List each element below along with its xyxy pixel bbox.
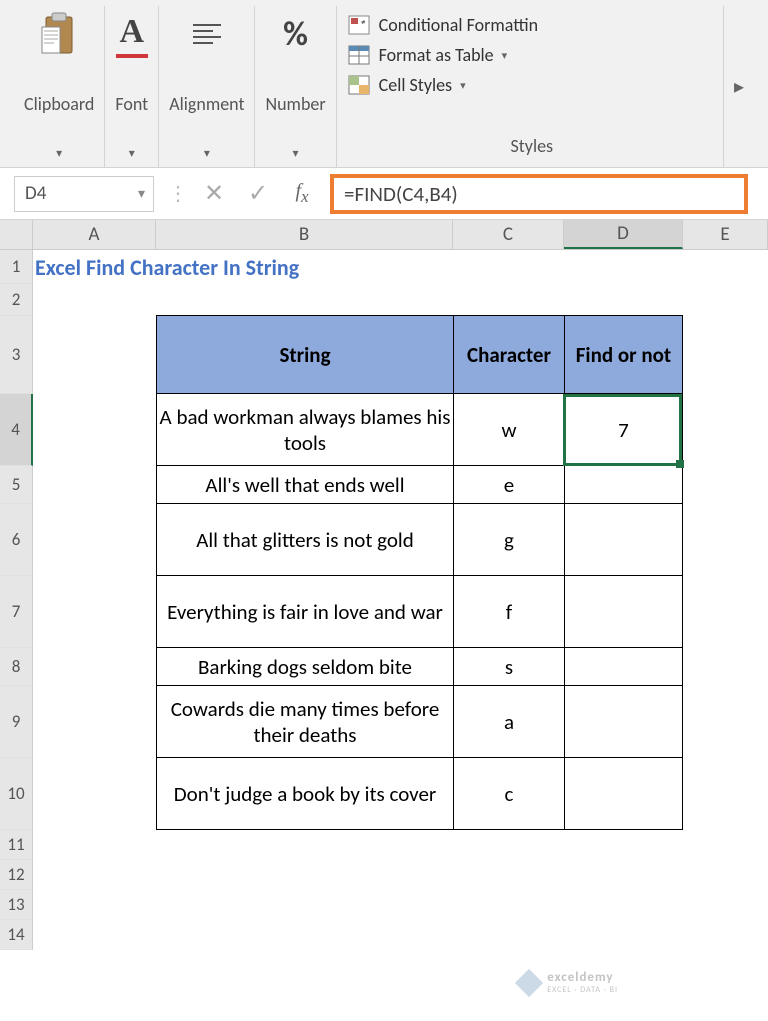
font-icon: A [116, 10, 149, 58]
col-header-B[interactable]: B [156, 220, 453, 249]
cell-B8[interactable]: Barking dogs seldom bite [157, 648, 454, 686]
format-as-table-button[interactable]: Format as Table ▾ [347, 40, 508, 70]
row-header-12[interactable]: 12 [0, 860, 33, 890]
row-header-3[interactable]: 3 [0, 316, 33, 394]
row-header-5[interactable]: 5 [0, 466, 33, 504]
col-header-E[interactable]: E [683, 220, 768, 249]
header-string[interactable]: String [157, 316, 454, 394]
watermark-logo-icon [515, 968, 543, 996]
cell-D5[interactable] [565, 466, 683, 504]
spreadsheet-grid: A B C D E 1 2 3 4 5 6 7 8 9 10 11 12 13 … [0, 220, 768, 950]
cell-B9[interactable]: Cowards die many times before their deat… [157, 686, 454, 758]
styles-group: ≠ Conditional Formattin Format as Table … [337, 6, 724, 167]
formula-input[interactable]: =FIND(C4,B4) [330, 174, 748, 214]
row-header-11[interactable]: 11 [0, 830, 33, 860]
row-header-2[interactable]: 2 [0, 284, 33, 316]
cell-C5[interactable]: e [454, 466, 565, 504]
col-header-A[interactable]: A [33, 220, 156, 249]
header-character[interactable]: Character [454, 316, 565, 394]
cell-C8[interactable]: s [454, 648, 565, 686]
cell-C10[interactable]: c [454, 758, 565, 830]
fx-button[interactable]: fx [280, 176, 324, 212]
clipboard-label: Clipboard [24, 93, 94, 115]
col-header-C[interactable]: C [453, 220, 564, 249]
cell-styles-button[interactable]: Cell Styles ▾ [347, 70, 466, 100]
ribbon-overflow[interactable]: ▸ [724, 6, 754, 167]
clipboard-group[interactable]: Clipboard ▾ [14, 6, 105, 167]
row-header-8[interactable]: 8 [0, 648, 33, 686]
row-header-4[interactable]: 4 [0, 394, 33, 466]
cancel-button[interactable]: ✕ [192, 176, 236, 212]
alignment-label: Alignment [169, 93, 244, 115]
cell-D4[interactable]: 7 [565, 394, 683, 466]
data-table: String Character Find or not A bad workm… [156, 315, 683, 830]
cell-D10[interactable] [565, 758, 683, 830]
dropdown-icon[interactable]: ▾ [129, 146, 135, 161]
row-header-10[interactable]: 10 [0, 758, 33, 830]
dropdown-icon[interactable]: ▾ [56, 146, 62, 161]
table-icon [347, 44, 371, 66]
conditional-formatting-button[interactable]: ≠ Conditional Formattin [347, 10, 538, 40]
styles-caption: Styles [347, 135, 717, 161]
cell-B10[interactable]: Don't judge a book by its cover [157, 758, 454, 830]
number-label: Number [265, 93, 325, 115]
formula-bar: D4 ⋮ ✕ ✓ fx =FIND(C4,B4) [0, 168, 768, 220]
cell-C7[interactable]: f [454, 576, 565, 648]
column-headers: A B C D E [0, 220, 768, 250]
clipboard-icon [38, 10, 80, 58]
row-header-14[interactable]: 14 [0, 920, 33, 950]
cell-B4[interactable]: A bad workman always blames his tools [157, 394, 454, 466]
cell-C4[interactable]: w [454, 394, 565, 466]
conditional-label: Conditional Formattin [379, 14, 538, 36]
cell-B7[interactable]: Everything is fair in love and war [157, 576, 454, 648]
cell-D8[interactable] [565, 648, 683, 686]
name-box[interactable]: D4 [14, 176, 154, 212]
alignment-group[interactable]: Alignment ▾ [159, 6, 255, 167]
cell-D7[interactable] [565, 576, 683, 648]
header-find[interactable]: Find or not [565, 316, 683, 394]
sheet-cells[interactable]: Excel Find Character In String String Ch… [33, 250, 768, 950]
ribbon: Clipboard ▾ A Font ▾ Alignment ▾ % Numbe… [0, 0, 768, 168]
cell-C9[interactable]: a [454, 686, 565, 758]
cell-styles-label: Cell Styles [379, 74, 452, 96]
row-header-1[interactable]: 1 [0, 250, 33, 284]
cell-B5[interactable]: All's well that ends well [157, 466, 454, 504]
format-table-label: Format as Table [379, 44, 494, 66]
row-header-7[interactable]: 7 [0, 576, 33, 648]
cell-D6[interactable] [565, 504, 683, 576]
dropdown-icon[interactable]: ▾ [204, 146, 210, 161]
dropdown-icon[interactable]: ▾ [293, 146, 299, 161]
row-headers: 1 2 3 4 5 6 7 8 9 10 11 12 13 14 [0, 250, 33, 950]
enter-button[interactable]: ✓ [236, 176, 280, 212]
watermark-tagline: EXCEL · DATA · BI [547, 985, 618, 995]
page-title: Excel Find Character In String [35, 254, 299, 281]
col-header-D[interactable]: D [564, 220, 683, 249]
cell-B6[interactable]: All that glitters is not gold [157, 504, 454, 576]
font-label: Font [115, 93, 148, 115]
row-header-9[interactable]: 9 [0, 686, 33, 758]
row-header-6[interactable]: 6 [0, 504, 33, 576]
dropdown-icon: ▾ [502, 49, 508, 62]
svg-text:≠: ≠ [361, 17, 366, 28]
cell-D9[interactable] [565, 686, 683, 758]
dropdown-icon: ▾ [460, 79, 466, 92]
watermark: exceldemy EXCEL · DATA · BI [519, 970, 618, 995]
number-group[interactable]: % Number ▾ [255, 6, 336, 167]
percent-icon: % [283, 10, 308, 58]
conditional-format-icon: ≠ [347, 14, 371, 36]
separator: ⋮ [164, 181, 192, 206]
font-group[interactable]: A Font ▾ [105, 6, 159, 167]
row-header-13[interactable]: 13 [0, 890, 33, 920]
watermark-name: exceldemy [547, 970, 618, 985]
cell-C6[interactable]: g [454, 504, 565, 576]
alignment-icon [189, 10, 225, 58]
cell-styles-icon [347, 74, 371, 96]
select-all-corner[interactable] [0, 220, 33, 249]
